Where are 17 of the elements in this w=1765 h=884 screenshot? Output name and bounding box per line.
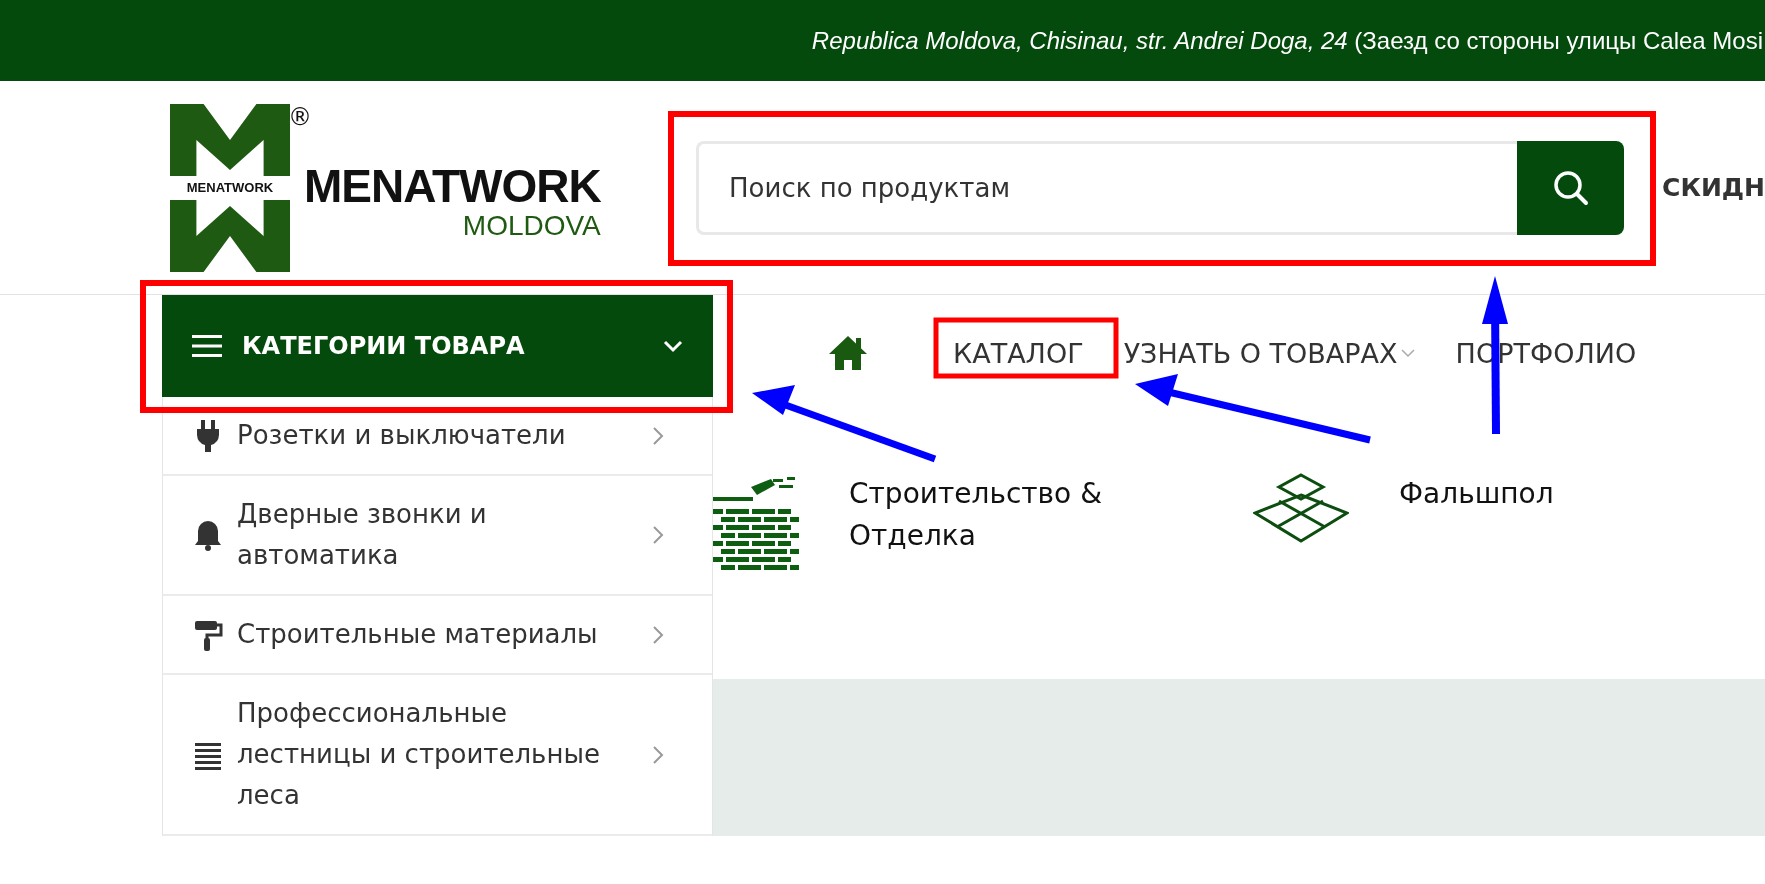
category-label: Розетки и выключатели (237, 419, 567, 452)
search-field[interactable]: Поиск по продуктам (696, 140, 1518, 235)
categories-button[interactable]: КАТЕГОРИИ ТОВАРА (162, 295, 713, 397)
category-tile-label[interactable]: Строительство & Отделка (849, 473, 1149, 557)
discount-link[interactable]: СКИДН (1662, 173, 1765, 202)
category-item[interactable]: Дверные звонки и автоматика (163, 476, 712, 596)
category-item[interactable]: Строительные материалы (163, 596, 712, 675)
category-item[interactable]: Розетки и выключатели (163, 397, 712, 476)
nav-link[interactable]: КАТАЛОГ (953, 337, 1084, 369)
nav-link[interactable]: УЗНАТЬ О ТОВАРАХ (1123, 337, 1416, 369)
category-label: Дверные звонки и автоматика (237, 498, 488, 572)
category-item[interactable]: Профессиональные лестницы и строительные леса (163, 675, 712, 836)
category-label: Строительные материалы (237, 618, 599, 651)
address-text: Republica Moldova, Chisinau, str. Andrei Doga, 24 (Заезд со стороны улицы Calea Mosi (811, 26, 1764, 55)
category-tile-label[interactable]: Фальшпол (1399, 473, 1699, 515)
logo[interactable]: MENATWORK ® MENATWORK MOLDOVA (168, 103, 628, 272)
category-label: Профессиональные лестницы и строительные леса (237, 697, 601, 812)
